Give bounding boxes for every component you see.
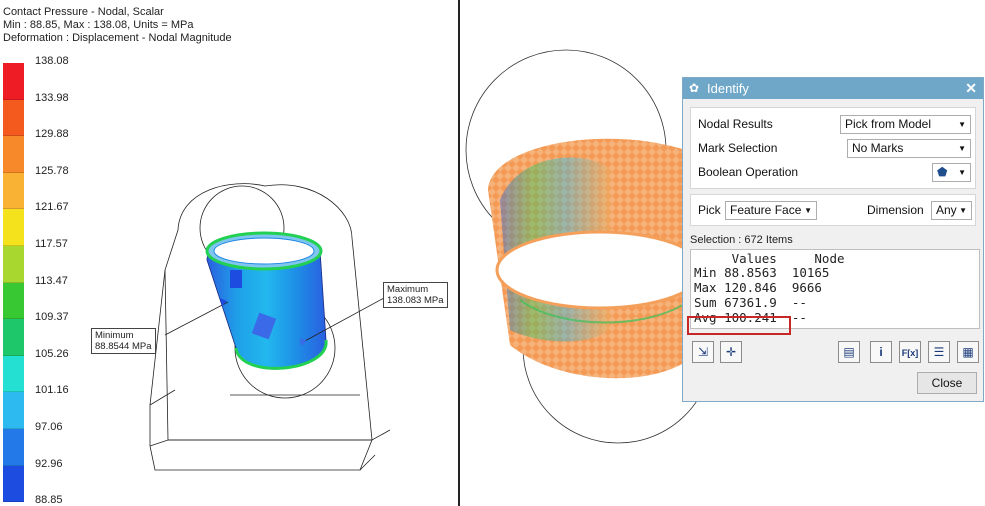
- chevron-down-icon: ▼: [958, 120, 966, 129]
- pick-group: Pick Feature Face ▼ Dimension Any ▼: [690, 194, 976, 226]
- gear-icon: ✿: [689, 81, 700, 95]
- maximum-callout-title: Maximum: [387, 284, 429, 295]
- open-folder-button[interactable]: ▤: [838, 341, 860, 363]
- pick-label: Pick: [698, 203, 721, 217]
- maximum-callout-value: 138.083 MPa: [387, 295, 444, 306]
- export-button[interactable]: ⇲: [692, 341, 714, 363]
- minimum-callout-value: 88.8544 MPa: [95, 341, 152, 352]
- selection-count: Selection : 672 Items: [690, 234, 793, 246]
- chevron-down-icon: ▼: [959, 206, 967, 215]
- list-button[interactable]: ☰: [928, 341, 950, 363]
- chevron-down-icon: ▼: [958, 168, 966, 177]
- dialog-titlebar[interactable]: ✿ Identify ✕: [683, 78, 983, 99]
- pick-dropdown[interactable]: Feature Face ▼: [725, 201, 817, 220]
- info-button[interactable]: i: [870, 341, 892, 363]
- nodal-results-value: Pick from Model: [845, 117, 932, 131]
- mark-selection-label: Mark Selection: [698, 141, 778, 155]
- function-icon: F[x]: [901, 348, 919, 358]
- nodal-results-label: Nodal Results: [698, 117, 773, 131]
- function-button[interactable]: F[x]: [899, 341, 921, 363]
- boolean-operation-dropdown[interactable]: ⬟ ▼: [932, 163, 971, 182]
- chevron-down-icon: ▼: [958, 144, 966, 153]
- results-max-row: Max 120.846 9666: [694, 280, 822, 295]
- contact-face-mesh: [488, 138, 712, 379]
- identify-dialog[interactable]: ✿ Identify ✕ Nodal Results Pick from Mod…: [682, 77, 984, 402]
- list-icon: ☰: [933, 345, 945, 359]
- left-viewport[interactable]: Contact Pressure - Nodal, Scalar Min : 8…: [0, 0, 458, 506]
- chevron-down-icon: ▼: [804, 206, 812, 215]
- close-button[interactable]: Close: [917, 372, 977, 394]
- boolean-op-icon: ⬟: [937, 165, 948, 179]
- dimension-value: Any: [936, 203, 957, 217]
- minimum-callout-title: Minimum: [95, 330, 134, 341]
- dialog-title: Identify: [707, 81, 749, 96]
- pick-value: Feature Face: [730, 203, 802, 217]
- spreadsheet-icon: ▦: [962, 345, 974, 359]
- add-point-button[interactable]: ✛: [720, 341, 742, 363]
- crosshair-icon: ✛: [725, 345, 737, 359]
- folder-icon: ▤: [843, 345, 855, 359]
- dimension-dropdown[interactable]: Any ▼: [931, 201, 972, 220]
- mark-selection-value: No Marks: [852, 141, 904, 155]
- results-options-group: Nodal Results Pick from Model ▼ Mark Sel…: [690, 107, 976, 189]
- dimension-label: Dimension: [867, 203, 924, 217]
- info-icon: i: [879, 345, 883, 359]
- model-view-left: [149, 183, 391, 471]
- export-icon: ⇲: [697, 345, 709, 359]
- maximum-callout: Maximum 138.083 MPa: [383, 282, 448, 308]
- mark-selection-dropdown[interactable]: No Marks ▼: [847, 139, 971, 158]
- boolean-operation-label: Boolean Operation: [698, 165, 799, 179]
- nodal-results-dropdown[interactable]: Pick from Model ▼: [840, 115, 971, 134]
- avg-highlight-box: [687, 316, 791, 335]
- results-min-row: Min 88.8563 10165: [694, 265, 830, 280]
- minimum-callout: Minimum 88.8544 MPa: [91, 328, 156, 354]
- results-sum-row: Sum 67361.9 --: [694, 295, 807, 310]
- spreadsheet-button[interactable]: ▦: [957, 341, 979, 363]
- close-icon[interactable]: ✕: [965, 78, 977, 99]
